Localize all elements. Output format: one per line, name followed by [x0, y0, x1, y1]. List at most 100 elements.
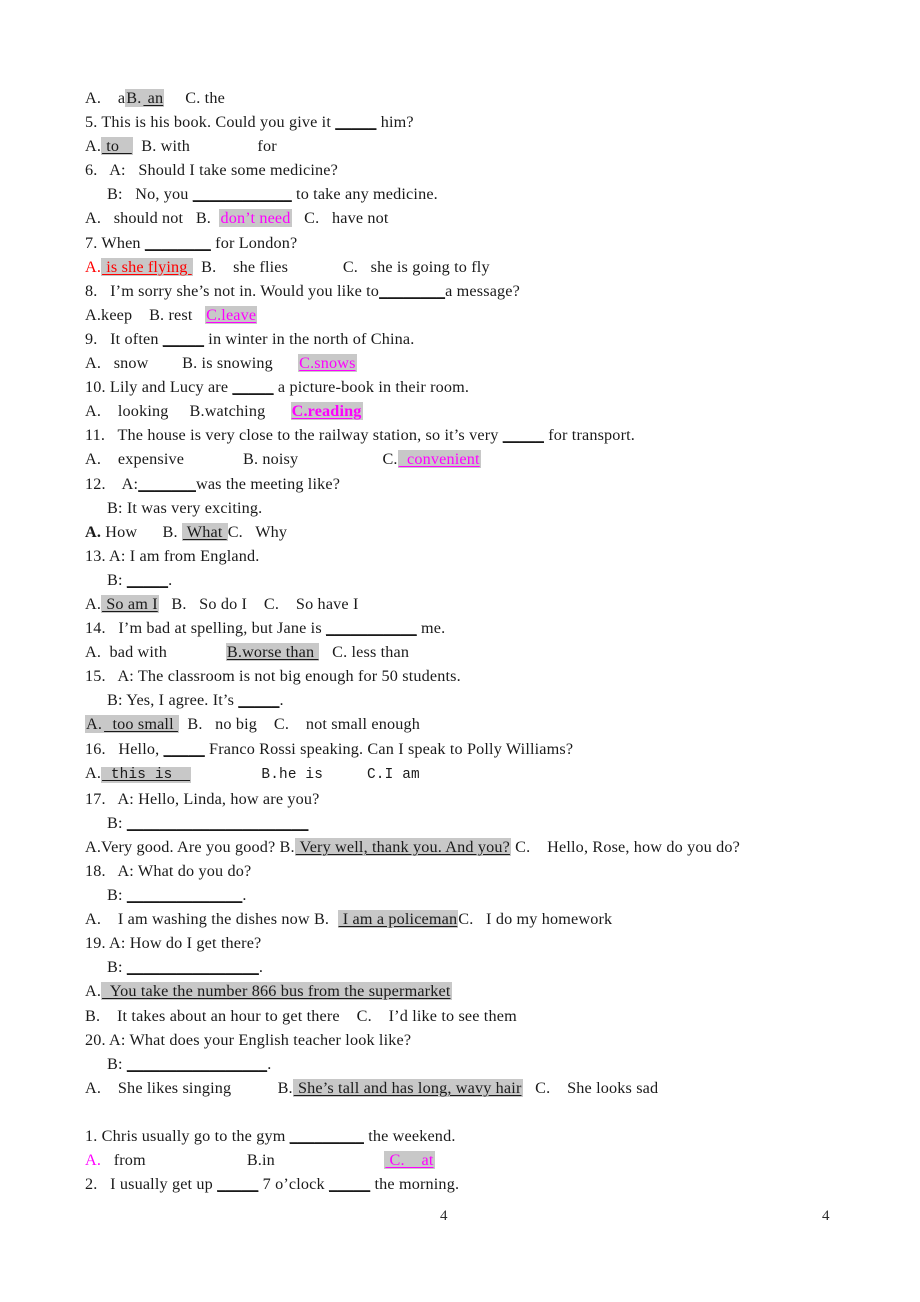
stem-text-end: the weekend.	[363, 1126, 456, 1145]
option-c-answer: C.snows	[298, 354, 357, 373]
question-12-options: A. How B. What C. Why	[85, 520, 885, 544]
option-a: A. a	[85, 89, 126, 107]
option-c: C. the	[164, 89, 225, 107]
question-5-stem: 5. This is his book. Could you give it _…	[85, 110, 885, 134]
question-14-stem: 14. I’m bad at spelling, but Jane is ___…	[85, 616, 885, 640]
speaker-b-text: B:	[107, 958, 127, 977]
fill-blank: ___________	[326, 619, 417, 638]
option-b-answer: B.worse than	[225, 643, 320, 662]
stem-text-end: him?	[376, 113, 414, 132]
speaker-b-text-end: .	[242, 886, 247, 905]
options-ab: A. looking B.watching	[85, 402, 291, 421]
option-c: C. have not	[291, 209, 389, 228]
speaker-b-text: B:	[107, 1054, 127, 1073]
fill-blank: _____	[238, 691, 280, 710]
option-b-answer: What	[181, 522, 228, 541]
question-15-options: A. too small B. no big C. not small enou…	[85, 712, 885, 736]
option-c: for	[190, 137, 277, 156]
option-a-answer: is she flying	[101, 257, 193, 276]
options-ab: A.keep B. rest	[85, 305, 206, 324]
question-6-speaker-a: 6. A: Should I take some medicine?	[85, 161, 338, 180]
stem-text: 1. Chris usually go to the gym	[85, 1126, 290, 1145]
stem-text: 8. I’m sorry she’s not in. Would you lik…	[85, 281, 380, 300]
question-13-speaker-a: 13. A: I am from England.	[85, 546, 260, 565]
question-11-options: A. expensive B. noisy C. convenient	[85, 447, 885, 471]
options-bc: B.he is C.I am	[191, 766, 420, 783]
options-ab: A. expensive B. noisy C.	[85, 450, 398, 469]
question-15-speaker-b: B: Yes, I agree. It’s _____.	[85, 688, 885, 712]
speaker-b-text-end: .	[258, 958, 264, 977]
question-13-options: A. So am I B. So do I C. So have I	[85, 592, 885, 616]
option-c: C. I do my homework	[458, 910, 613, 929]
option-a: A. should not B.	[85, 209, 220, 228]
stem-text-end: in winter in the north of China.	[204, 329, 415, 348]
fill-blank: _____	[335, 113, 377, 132]
question-19-options-bc: B. It takes about an hour to get there C…	[85, 1006, 517, 1025]
fill-blank: ________	[379, 281, 446, 300]
stem-text-end: for transport.	[544, 426, 635, 445]
stem-text: 5. This is his book. Could you give it	[85, 113, 336, 132]
fill-blank: _____	[217, 1175, 259, 1194]
stem-text: 7. When	[85, 233, 145, 252]
option-a-label: A.	[85, 257, 102, 276]
option-a-answer: this is	[101, 766, 192, 783]
question-9-stem: 9. It often _____ in winter in the north…	[85, 327, 885, 351]
fill-blank: ____________	[192, 185, 292, 204]
option-a-answer: You take the number 866 bus from the sup…	[101, 982, 452, 1001]
question-19-option-a: A. You take the number 866 bus from the …	[85, 979, 885, 1003]
speaker-b-text: B: No, you	[107, 185, 193, 204]
speaker-b-text: B:	[107, 570, 127, 589]
question-12-speaker-a: 12. A:_______was the meeting like?	[85, 472, 885, 496]
options-bc: B. no big C. not small enough	[178, 715, 420, 734]
question-7-options: A. is she flying B. she flies C. she is …	[85, 255, 885, 279]
option-b-answer: an	[142, 89, 165, 107]
option-b: B. with	[132, 137, 191, 156]
option-b-answer: She’s tall and has long, wavy hair	[292, 1078, 523, 1097]
option-a: A. I am washing the dishes now B.	[85, 910, 338, 929]
question-11-stem: 11. The house is very close to the railw…	[85, 423, 885, 447]
option-a-label: A.	[85, 715, 104, 734]
option-a-label: A.	[85, 1151, 102, 1170]
option-c: C. she is going to fly	[288, 257, 490, 276]
question-18-speaker-b: B: ______________.	[85, 883, 885, 907]
option-a-answer: to	[101, 137, 133, 156]
speaker-a-text-end: was the meeting like?	[195, 474, 341, 493]
speaker-b-text: B:	[107, 813, 127, 832]
option-a-rest: How B.	[101, 522, 182, 541]
option-c-answer: convenient	[397, 450, 481, 469]
fill-blank: _____	[162, 329, 205, 348]
option-c: C. less than	[319, 643, 410, 662]
option-a-label: A.	[85, 137, 102, 156]
option-c: C. Why	[227, 522, 288, 541]
option-a: A. bad with	[85, 643, 226, 662]
speaker-b-text: B: Yes, I agree. It’s	[107, 691, 239, 710]
option-c: C. Hello, Rose, how do you do?	[510, 837, 740, 856]
fill-blank: ________	[144, 233, 211, 252]
question-13-speaker-b: B: _____.	[85, 568, 885, 592]
question-9-options: A. snow B. is snowing C.snows	[85, 351, 885, 375]
question-7-stem: 7. When ________ for London?	[85, 231, 885, 255]
stem-text-end: a picture-book in their room.	[273, 378, 470, 397]
speaker-b-text-end: .	[267, 1054, 272, 1073]
question-19-speaker-a: 19. A: How do I get there?	[85, 934, 262, 953]
question-17-speaker-b: B: ______________________	[85, 811, 885, 835]
option-a-label: A.	[85, 522, 102, 541]
question-20-speaker-b: B: _________________.	[85, 1052, 885, 1076]
document-page: A. aB. an C. the 5. This is his book. Co…	[0, 0, 920, 1302]
option-b-answer: Very well, thank you. And you?	[294, 837, 511, 856]
option-b-answer: don’t need	[219, 209, 292, 228]
fill-blank: _____	[126, 570, 169, 589]
option-b-group: B. an	[125, 89, 165, 107]
option-a: A.Very good. Are you good? B.	[85, 837, 295, 856]
section2-question-1-stem: 1. Chris usually go to the gym _________…	[85, 1124, 885, 1148]
stem-text-end: Franco Rossi speaking. Can I speak to Po…	[204, 739, 574, 758]
question-17-options: A.Very good. Are you good? B. Very well,…	[85, 835, 885, 859]
option-a-answer: too small	[103, 715, 179, 734]
page-footer: 4 4	[0, 1208, 920, 1230]
question-16-options: A. this is B.he is C.I am	[85, 761, 885, 787]
question-6-speaker-b: B: No, you ____________ to take any medi…	[85, 182, 885, 206]
option-a-label: A.	[85, 594, 102, 613]
page-number-right: 4	[822, 1208, 830, 1224]
stem-text-end: for London?	[210, 233, 298, 252]
fill-blank: _________	[289, 1126, 364, 1145]
